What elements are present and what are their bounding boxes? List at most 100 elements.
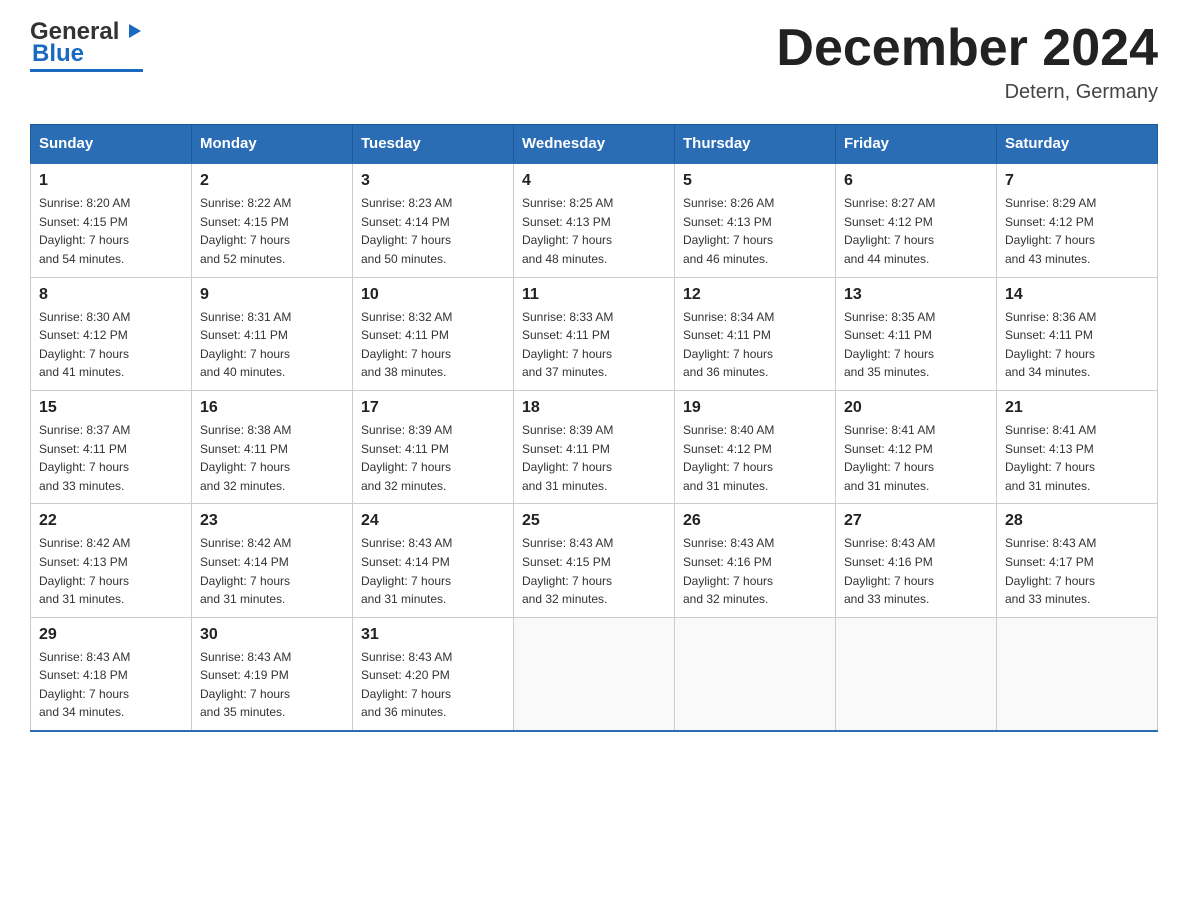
- logo-triangle-icon: [121, 20, 143, 42]
- table-row: 16 Sunrise: 8:38 AMSunset: 4:11 PMDayligh…: [192, 390, 353, 503]
- day-number: 24: [361, 512, 505, 530]
- day-number: 29: [39, 626, 183, 644]
- day-number: 30: [200, 626, 344, 644]
- day-number: 7: [1005, 172, 1149, 190]
- calendar-row: 1Sunrise: 8:20 AMSunset: 4:15 PMDaylight…: [31, 163, 1158, 277]
- table-row: 22 Sunrise: 8:42 AMSunset: 4:13 PMDayligh…: [31, 504, 192, 617]
- table-row: 31Sunrise: 8:43 AMSunset: 4:20 PMDayligh…: [353, 617, 514, 731]
- day-number: 16: [200, 399, 344, 417]
- day-number: 23: [200, 512, 344, 530]
- table-row: 14 Sunrise: 8:36 AMSunset: 4:11 PMDayligh…: [997, 277, 1158, 390]
- title-area: December 2024 Detern, Germany: [776, 20, 1158, 104]
- page-header: General Blue December 2024 Detern, Germa…: [30, 20, 1158, 104]
- table-row: 27 Sunrise: 8:43 AMSunset: 4:16 PMDayligh…: [836, 504, 997, 617]
- col-thursday: Thursday: [675, 125, 836, 164]
- header-row: Sunday Monday Tuesday Wednesday Thursday…: [31, 125, 1158, 164]
- table-row: 29 Sunrise: 8:43 AMSunset: 4:18 PMDayligh…: [31, 617, 192, 731]
- day-number: 3: [361, 172, 505, 190]
- table-row: 1Sunrise: 8:20 AMSunset: 4:15 PMDaylight…: [31, 163, 192, 277]
- day-number: 12: [683, 286, 827, 304]
- col-wednesday: Wednesday: [514, 125, 675, 164]
- day-info: Sunrise: 8:23 AMSunset: 4:14 PMDaylight:…: [361, 194, 505, 268]
- day-number: 2: [200, 172, 344, 190]
- day-number: 28: [1005, 512, 1149, 530]
- day-info: Sunrise: 8:41 AMSunset: 4:13 PMDaylight:…: [1005, 421, 1149, 495]
- day-info: Sunrise: 8:37 AMSunset: 4:11 PMDaylight:…: [39, 421, 183, 495]
- table-row: [836, 617, 997, 731]
- table-row: 11 Sunrise: 8:33 AMSunset: 4:11 PMDayligh…: [514, 277, 675, 390]
- day-number: 15: [39, 399, 183, 417]
- table-row: 5 Sunrise: 8:26 AMSunset: 4:13 PMDaylight…: [675, 163, 836, 277]
- table-row: 19 Sunrise: 8:40 AMSunset: 4:12 PMDayligh…: [675, 390, 836, 503]
- day-number: 6: [844, 172, 988, 190]
- day-number: 25: [522, 512, 666, 530]
- day-number: 17: [361, 399, 505, 417]
- table-row: 9 Sunrise: 8:31 AMSunset: 4:11 PMDaylight…: [192, 277, 353, 390]
- day-number: 13: [844, 286, 988, 304]
- logo-blue-text: Blue: [32, 42, 84, 66]
- day-info: Sunrise: 8:20 AMSunset: 4:15 PMDaylight:…: [39, 194, 183, 268]
- calendar-row: 15 Sunrise: 8:37 AMSunset: 4:11 PMDayligh…: [31, 390, 1158, 503]
- table-row: 28 Sunrise: 8:43 AMSunset: 4:17 PMDayligh…: [997, 504, 1158, 617]
- col-sunday: Sunday: [31, 125, 192, 164]
- day-number: 20: [844, 399, 988, 417]
- table-row: 8 Sunrise: 8:30 AMSunset: 4:12 PMDaylight…: [31, 277, 192, 390]
- day-number: 21: [1005, 399, 1149, 417]
- day-info: Sunrise: 8:25 AMSunset: 4:13 PMDaylight:…: [522, 194, 666, 268]
- day-info: Sunrise: 8:43 AMSunset: 4:14 PMDaylight:…: [361, 534, 505, 608]
- day-number: 14: [1005, 286, 1149, 304]
- day-number: 9: [200, 286, 344, 304]
- day-info: Sunrise: 8:42 AMSunset: 4:13 PMDaylight:…: [39, 534, 183, 608]
- table-row: [675, 617, 836, 731]
- calendar-row: 22 Sunrise: 8:42 AMSunset: 4:13 PMDayligh…: [31, 504, 1158, 617]
- day-info: Sunrise: 8:42 AMSunset: 4:14 PMDaylight:…: [200, 534, 344, 608]
- table-row: 3 Sunrise: 8:23 AMSunset: 4:14 PMDaylight…: [353, 163, 514, 277]
- table-row: 13Sunrise: 8:35 AMSunset: 4:11 PMDayligh…: [836, 277, 997, 390]
- day-number: 22: [39, 512, 183, 530]
- col-tuesday: Tuesday: [353, 125, 514, 164]
- table-row: 17 Sunrise: 8:39 AMSunset: 4:11 PMDayligh…: [353, 390, 514, 503]
- day-number: 27: [844, 512, 988, 530]
- day-info: Sunrise: 8:43 AMSunset: 4:18 PMDaylight:…: [39, 648, 183, 722]
- day-info: Sunrise: 8:40 AMSunset: 4:12 PMDaylight:…: [683, 421, 827, 495]
- table-row: 30 Sunrise: 8:43 AMSunset: 4:19 PMDayligh…: [192, 617, 353, 731]
- day-info: Sunrise: 8:43 AMSunset: 4:16 PMDaylight:…: [844, 534, 988, 608]
- calendar-row: 29 Sunrise: 8:43 AMSunset: 4:18 PMDayligh…: [31, 617, 1158, 731]
- day-info: Sunrise: 8:39 AMSunset: 4:11 PMDaylight:…: [361, 421, 505, 495]
- day-info: Sunrise: 8:22 AMSunset: 4:15 PMDaylight:…: [200, 194, 344, 268]
- day-number: 11: [522, 286, 666, 304]
- calendar-table: Sunday Monday Tuesday Wednesday Thursday…: [30, 124, 1158, 732]
- calendar-row: 8 Sunrise: 8:30 AMSunset: 4:12 PMDaylight…: [31, 277, 1158, 390]
- day-number: 4: [522, 172, 666, 190]
- table-row: 23 Sunrise: 8:42 AMSunset: 4:14 PMDayligh…: [192, 504, 353, 617]
- day-info: Sunrise: 8:43 AMSunset: 4:19 PMDaylight:…: [200, 648, 344, 722]
- day-info: Sunrise: 8:32 AMSunset: 4:11 PMDaylight:…: [361, 308, 505, 382]
- col-saturday: Saturday: [997, 125, 1158, 164]
- day-info: Sunrise: 8:27 AMSunset: 4:12 PMDaylight:…: [844, 194, 988, 268]
- day-number: 5: [683, 172, 827, 190]
- day-number: 19: [683, 399, 827, 417]
- day-info: Sunrise: 8:43 AMSunset: 4:16 PMDaylight:…: [683, 534, 827, 608]
- day-info: Sunrise: 8:39 AMSunset: 4:11 PMDaylight:…: [522, 421, 666, 495]
- table-row: 25Sunrise: 8:43 AMSunset: 4:15 PMDayligh…: [514, 504, 675, 617]
- table-row: 2 Sunrise: 8:22 AMSunset: 4:15 PMDaylight…: [192, 163, 353, 277]
- table-row: 12 Sunrise: 8:34 AMSunset: 4:11 PMDayligh…: [675, 277, 836, 390]
- day-info: Sunrise: 8:34 AMSunset: 4:11 PMDaylight:…: [683, 308, 827, 382]
- day-info: Sunrise: 8:33 AMSunset: 4:11 PMDaylight:…: [522, 308, 666, 382]
- day-info: Sunrise: 8:30 AMSunset: 4:12 PMDaylight:…: [39, 308, 183, 382]
- day-number: 31: [361, 626, 505, 644]
- day-info: Sunrise: 8:29 AMSunset: 4:12 PMDaylight:…: [1005, 194, 1149, 268]
- day-info: Sunrise: 8:26 AMSunset: 4:13 PMDaylight:…: [683, 194, 827, 268]
- day-number: 8: [39, 286, 183, 304]
- day-info: Sunrise: 8:43 AMSunset: 4:17 PMDaylight:…: [1005, 534, 1149, 608]
- table-row: 6 Sunrise: 8:27 AMSunset: 4:12 PMDaylight…: [836, 163, 997, 277]
- table-row: [514, 617, 675, 731]
- table-row: 7 Sunrise: 8:29 AMSunset: 4:12 PMDaylight…: [997, 163, 1158, 277]
- day-info: Sunrise: 8:31 AMSunset: 4:11 PMDaylight:…: [200, 308, 344, 382]
- location: Detern, Germany: [776, 81, 1158, 104]
- day-info: Sunrise: 8:38 AMSunset: 4:11 PMDaylight:…: [200, 421, 344, 495]
- day-info: Sunrise: 8:36 AMSunset: 4:11 PMDaylight:…: [1005, 308, 1149, 382]
- day-info: Sunrise: 8:41 AMSunset: 4:12 PMDaylight:…: [844, 421, 988, 495]
- day-number: 18: [522, 399, 666, 417]
- table-row: 18 Sunrise: 8:39 AMSunset: 4:11 PMDayligh…: [514, 390, 675, 503]
